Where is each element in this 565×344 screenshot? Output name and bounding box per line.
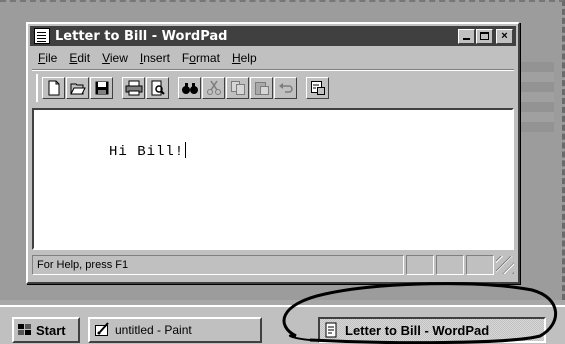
minimize-icon (463, 37, 470, 40)
wordpad-window: Letter to Bill - WordPad × File Edit Vie… (26, 22, 520, 284)
menu-format-accel: o (189, 51, 196, 65)
print-preview-icon (151, 80, 165, 96)
find-button[interactable] (178, 77, 201, 99)
menu-view-accel: V (102, 51, 110, 65)
menu-insert[interactable]: Insert (134, 51, 176, 65)
window-title: Letter to Bill - WordPad (55, 28, 228, 44)
print-preview-button[interactable] (146, 77, 169, 99)
close-button[interactable]: × (496, 28, 513, 44)
paint-icon (95, 322, 109, 336)
menu-help-accel: H (231, 51, 241, 65)
maximize-icon (480, 31, 489, 40)
close-icon: × (501, 29, 508, 42)
maximize-button[interactable] (476, 28, 493, 44)
print-icon (125, 80, 142, 96)
status-panel (436, 255, 464, 275)
copy-icon (230, 81, 245, 95)
menu-edit[interactable]: Edit (63, 51, 96, 65)
undo-button[interactable] (274, 77, 297, 99)
menu-file-label: ile (45, 51, 58, 65)
document-text[interactable]: Hi Bill! (109, 142, 187, 160)
print-button[interactable] (122, 77, 145, 99)
status-bar: For Help, press F1 (32, 254, 514, 276)
date-time-icon (310, 81, 325, 95)
menu-insert-label: nsert (143, 51, 170, 65)
text-caret (185, 142, 187, 158)
toolbar (36, 74, 330, 102)
menu-format-label: rmat (195, 51, 220, 65)
title-bar[interactable]: Letter to Bill - WordPad × (30, 26, 516, 46)
taskbar-wordpad-label: Letter to Bill - WordPad (345, 322, 490, 338)
menu-help-label: elp (240, 51, 257, 65)
open-button[interactable] (66, 77, 89, 99)
save-icon (95, 81, 108, 95)
date-time-button[interactable] (306, 77, 329, 99)
start-button[interactable]: Start (12, 317, 80, 343)
taskbar-button-paint[interactable]: untitled - Paint (88, 317, 262, 343)
taskbar-button-wordpad[interactable]: Letter to Bill - WordPad (318, 317, 546, 343)
wordpad-document-icon[interactable] (34, 28, 50, 44)
menu-edit-label: dit (77, 51, 91, 65)
menu-file[interactable]: File (32, 51, 63, 65)
status-panel (466, 255, 494, 275)
copy-button[interactable] (226, 77, 249, 99)
status-text: For Help, press F1 (32, 255, 404, 275)
windows-logo-icon (18, 324, 31, 335)
new-button[interactable] (42, 77, 65, 99)
document-text-content: Hi Bill! (109, 144, 185, 160)
undo-icon (278, 83, 293, 93)
minimize-button[interactable] (458, 28, 475, 44)
wordpad-document-icon (325, 322, 337, 338)
menu-bar: File Edit View Insert Format Help (32, 49, 514, 67)
document-editor[interactable]: Hi Bill! (32, 108, 514, 250)
start-label: Start (36, 322, 66, 338)
status-panel (406, 255, 434, 275)
paste-button[interactable] (250, 77, 273, 99)
toolbar-separator (32, 69, 514, 71)
taskbar: Start untitled - Paint Letter to Bill - … (0, 305, 565, 344)
menu-help[interactable]: Help (226, 51, 263, 65)
cut-icon (206, 80, 221, 95)
open-icon (69, 83, 86, 95)
menu-view-label: iew (109, 51, 128, 65)
find-icon (181, 83, 198, 94)
resize-grip[interactable] (496, 256, 514, 274)
window-controls: × (457, 28, 513, 44)
cut-button[interactable] (202, 77, 225, 99)
menu-view[interactable]: View (96, 51, 134, 65)
save-button[interactable] (90, 77, 113, 99)
taskbar-paint-label: untitled - Paint (115, 323, 192, 337)
paste-icon (254, 82, 269, 95)
menu-format[interactable]: Format (176, 51, 226, 65)
new-icon (48, 80, 59, 96)
